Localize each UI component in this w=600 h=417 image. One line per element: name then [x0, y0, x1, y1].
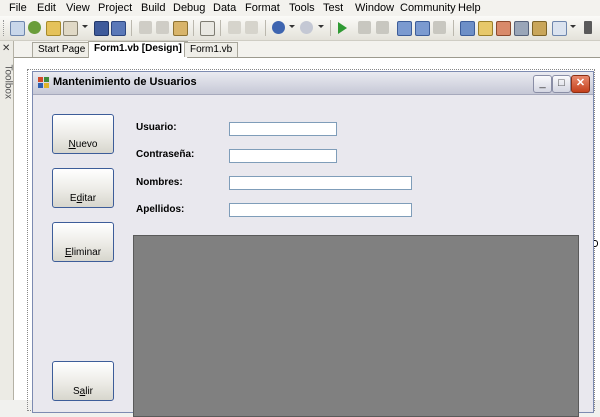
- toolbox-label: Toolbox: [2, 64, 14, 99]
- menu-build[interactable]: Build: [141, 2, 165, 14]
- stop-icon[interactable]: [376, 21, 389, 34]
- toolbar-separator: [131, 20, 132, 36]
- undo-icon[interactable]: [272, 21, 285, 34]
- salir-button[interactable]: Salir: [52, 361, 114, 401]
- menu-project[interactable]: Project: [98, 2, 132, 14]
- apellidos-label: Apellidos:: [136, 204, 185, 215]
- minimize-icon: _: [539, 77, 546, 89]
- form-client-area: Nuevo Editar Eliminar Salir Usuario: Con…: [33, 95, 593, 417]
- toolbar-grip[interactable]: [3, 20, 6, 36]
- editar-button-label: Editar: [69, 193, 97, 204]
- pause-icon[interactable]: [358, 21, 371, 34]
- menu-tools[interactable]: Tools: [289, 2, 315, 14]
- menu-help[interactable]: Help: [458, 2, 481, 14]
- toolbar-separator: [265, 20, 266, 36]
- save-icon[interactable]: [94, 21, 109, 36]
- find-in-files-icon[interactable]: [460, 21, 475, 36]
- close-button[interactable]: ✕: [571, 75, 590, 93]
- contrasena-label: Contraseña:: [136, 149, 195, 160]
- usuario-label: Usuario:: [136, 122, 177, 133]
- copy-icon[interactable]: [156, 21, 169, 34]
- tab-form1-code[interactable]: Form1.vb: [184, 42, 239, 57]
- toolbar-separator: [453, 20, 454, 36]
- toolbox-side-tab[interactable]: ✕ Toolbox: [0, 41, 14, 400]
- toolbar-overflow-icon[interactable]: [584, 21, 592, 34]
- menu-format[interactable]: Format: [245, 2, 280, 14]
- nuevo-button[interactable]: Nuevo: [52, 114, 114, 154]
- add-new-item-icon[interactable]: [63, 21, 78, 36]
- tab-form1-design[interactable]: Form1.vb [Design]: [88, 41, 188, 58]
- usuario-input[interactable]: [229, 122, 337, 136]
- menu-window[interactable]: Window: [355, 2, 394, 14]
- toolbar-separator: [193, 20, 194, 36]
- menu-debug[interactable]: Debug: [173, 2, 205, 14]
- save-all-icon[interactable]: [111, 21, 126, 36]
- toolbox-icon: ✕: [2, 43, 11, 54]
- tab-start-page[interactable]: Start Page: [32, 42, 92, 57]
- form-title: Mantenimiento de Usuarios: [53, 76, 197, 88]
- menu-data[interactable]: Data: [213, 2, 236, 14]
- salir-button-label: Salir: [72, 386, 93, 397]
- contrasena-input[interactable]: [229, 149, 337, 163]
- nombres-input[interactable]: [229, 176, 412, 190]
- toolbox-window-icon[interactable]: [532, 21, 547, 36]
- standard-toolbar: [0, 16, 600, 41]
- dropdown-arrow-icon[interactable]: [82, 25, 88, 28]
- new-project-icon[interactable]: [10, 21, 25, 36]
- nombres-label: Nombres:: [136, 177, 183, 188]
- redo-icon[interactable]: [300, 21, 313, 34]
- step-over-icon[interactable]: [415, 21, 430, 36]
- solution-explorer-icon[interactable]: [478, 21, 493, 36]
- form-titlebar[interactable]: Mantenimiento de Usuarios _ □ ✕: [33, 72, 593, 95]
- step-into-icon[interactable]: [397, 21, 412, 36]
- other-windows-icon[interactable]: [552, 21, 567, 36]
- undo-dropdown-arrow-icon[interactable]: [289, 25, 295, 28]
- step-out-icon[interactable]: [433, 21, 446, 34]
- comment-icon[interactable]: [228, 21, 241, 34]
- menu-file[interactable]: File: [9, 2, 27, 14]
- close-icon: ✕: [575, 77, 586, 89]
- find-icon[interactable]: [200, 21, 215, 36]
- eliminar-button-label: Eliminar: [64, 247, 102, 258]
- paste-icon[interactable]: [173, 21, 188, 36]
- maximize-icon: □: [558, 77, 565, 89]
- form-icon: [38, 77, 49, 88]
- eliminar-button[interactable]: Eliminar: [52, 222, 114, 262]
- start-debugging-icon[interactable]: [338, 22, 347, 34]
- minimize-button[interactable]: _: [533, 75, 552, 93]
- document-tabs: Start Page Form1.vb [Design] Form1.vb: [14, 41, 600, 58]
- menu-view[interactable]: View: [66, 2, 90, 14]
- menu-edit[interactable]: Edit: [37, 2, 56, 14]
- cut-icon[interactable]: [139, 21, 152, 34]
- menu-bar: File Edit View Project Build Debug Data …: [0, 0, 600, 16]
- form-window[interactable]: Mantenimiento de Usuarios _ □ ✕ Nuevo Ed…: [32, 71, 594, 417]
- toolbar-separator: [220, 20, 221, 36]
- editar-button[interactable]: Editar: [52, 168, 114, 208]
- toolbar-separator: [330, 20, 331, 36]
- menu-test[interactable]: Test: [323, 2, 343, 14]
- apellidos-input[interactable]: [229, 203, 412, 217]
- nuevo-button-label: Nuevo: [68, 139, 98, 150]
- users-data-grid[interactable]: [133, 235, 579, 417]
- other-windows-dropdown-icon[interactable]: [570, 25, 576, 28]
- add-item-icon[interactable]: [28, 21, 41, 34]
- maximize-button[interactable]: □: [552, 75, 571, 93]
- uncomment-icon[interactable]: [245, 21, 258, 34]
- menu-community[interactable]: Community: [400, 2, 456, 14]
- properties-window-icon[interactable]: [496, 21, 511, 36]
- open-file-icon[interactable]: [46, 21, 61, 36]
- object-browser-icon[interactable]: [514, 21, 529, 36]
- redo-dropdown-arrow-icon[interactable]: [318, 25, 324, 28]
